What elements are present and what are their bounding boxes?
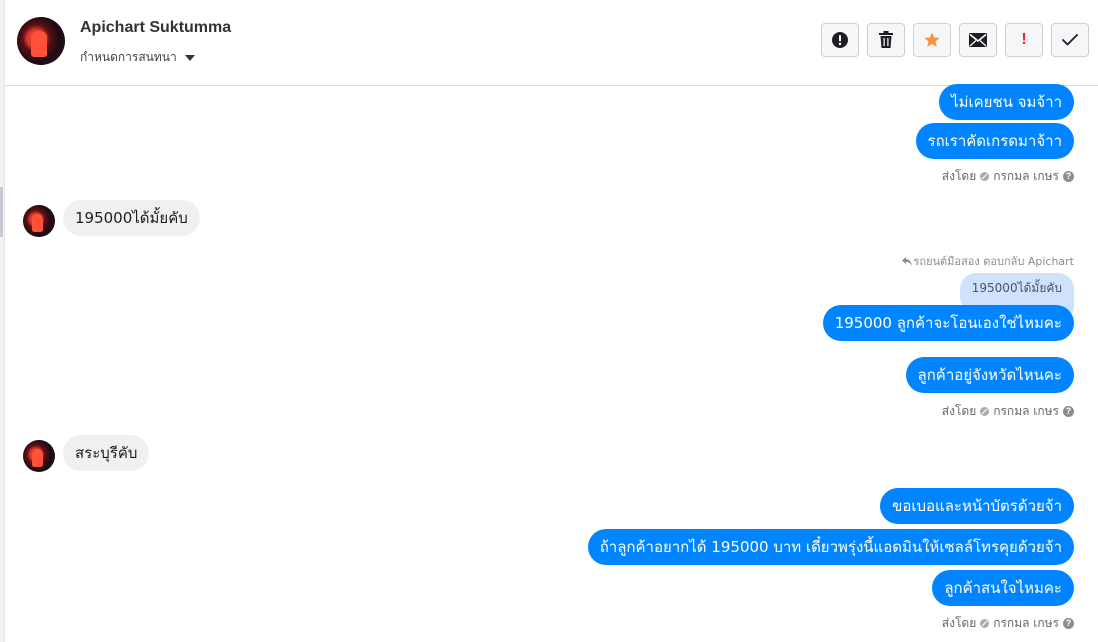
message-bubble-outgoing[interactable]: ลูกค้าอยู่จังหวัดไหนคะ xyxy=(905,357,1074,393)
message-bubble-outgoing[interactable]: ไม่เคยชน จมจ้าา xyxy=(939,84,1074,120)
sender-name[interactable]: กรกมล เกษร xyxy=(993,614,1059,633)
message-bubble-incoming[interactable]: 195000ได้มั้ยคับ xyxy=(63,200,200,236)
contact-name[interactable]: Apichart Suktumma xyxy=(80,19,231,37)
message-bubble-outgoing[interactable]: ขอเบอและหน้าบัตรด้วยจ้า xyxy=(880,488,1074,524)
help-icon[interactable]: ? xyxy=(1063,406,1074,417)
message-bubble-outgoing[interactable]: ลูกค้าสนใจไหมคะ xyxy=(932,570,1074,606)
message-bubble-incoming[interactable]: สระบุรีคับ xyxy=(63,435,150,471)
sent-by-info: ส่งโดย กรกมล เกษร ? xyxy=(942,167,1074,186)
sender-name[interactable]: กรกมล เกษร xyxy=(993,167,1059,186)
scroll-indicator[interactable] xyxy=(0,187,3,237)
conversation-settings-label: กำหนดการสนทนา xyxy=(80,50,177,64)
sender-name[interactable]: กรกมล เกษร xyxy=(993,402,1059,421)
cancel-icon xyxy=(980,619,990,628)
toolbar: ! xyxy=(821,23,1089,57)
reply-arrow-icon xyxy=(901,256,912,266)
important-button[interactable]: ! xyxy=(1005,23,1043,57)
delete-button[interactable] xyxy=(867,23,905,57)
star-button[interactable] xyxy=(913,23,951,57)
reply-context: รถยนต์มือสอง ตอบกลับ Apichart xyxy=(901,252,1075,270)
caret-down-icon xyxy=(184,54,195,61)
contact-avatar-small[interactable] xyxy=(23,205,55,237)
trash-icon xyxy=(879,31,893,48)
help-icon[interactable]: ? xyxy=(1063,171,1074,182)
exclamation-icon: ! xyxy=(1021,31,1027,48)
message-bubble-outgoing[interactable]: ถ้าลูกค้าอยากได้ 195000 บาท เดี๋ยวพรุ่งน… xyxy=(587,529,1074,565)
envelope-icon xyxy=(969,33,987,47)
sent-by-label: ส่งโดย xyxy=(941,169,977,183)
sent-by-info: ส่งโดย กรกมล เกษร ? xyxy=(942,402,1074,421)
spam-button[interactable] xyxy=(821,23,859,57)
conversation-header: Apichart Suktumma กำหนดการสนทนา ! xyxy=(5,0,1098,86)
reply-context-label: รถยนต์มือสอง ตอบกลับ Apichart xyxy=(913,255,1075,268)
check-icon xyxy=(1062,34,1078,46)
mark-unread-button[interactable] xyxy=(959,23,997,57)
star-icon xyxy=(924,32,940,47)
sent-by-info: ส่งโดย กรกมล เกษร ? xyxy=(942,614,1074,633)
message-bubble-outgoing[interactable]: รถเราคัดเกรดมาจ้าา xyxy=(915,123,1074,159)
cancel-icon xyxy=(980,172,990,181)
help-icon[interactable]: ? xyxy=(1063,618,1074,629)
mark-done-button[interactable] xyxy=(1051,23,1089,57)
message-bubble-outgoing[interactable]: 195000 ลูกค้าจะโอนเองใช่ไหมคะ xyxy=(822,305,1074,341)
sent-by-label: ส่งโดย xyxy=(941,404,977,418)
alert-circle-icon xyxy=(832,32,848,48)
left-panel-edge xyxy=(0,0,5,642)
cancel-icon xyxy=(980,407,990,416)
contact-avatar-small[interactable] xyxy=(23,440,55,472)
sent-by-label: ส่งโดย xyxy=(941,616,977,630)
conversation-settings-dropdown[interactable]: กำหนดการสนทนา xyxy=(80,48,195,67)
contact-avatar[interactable] xyxy=(17,17,65,65)
